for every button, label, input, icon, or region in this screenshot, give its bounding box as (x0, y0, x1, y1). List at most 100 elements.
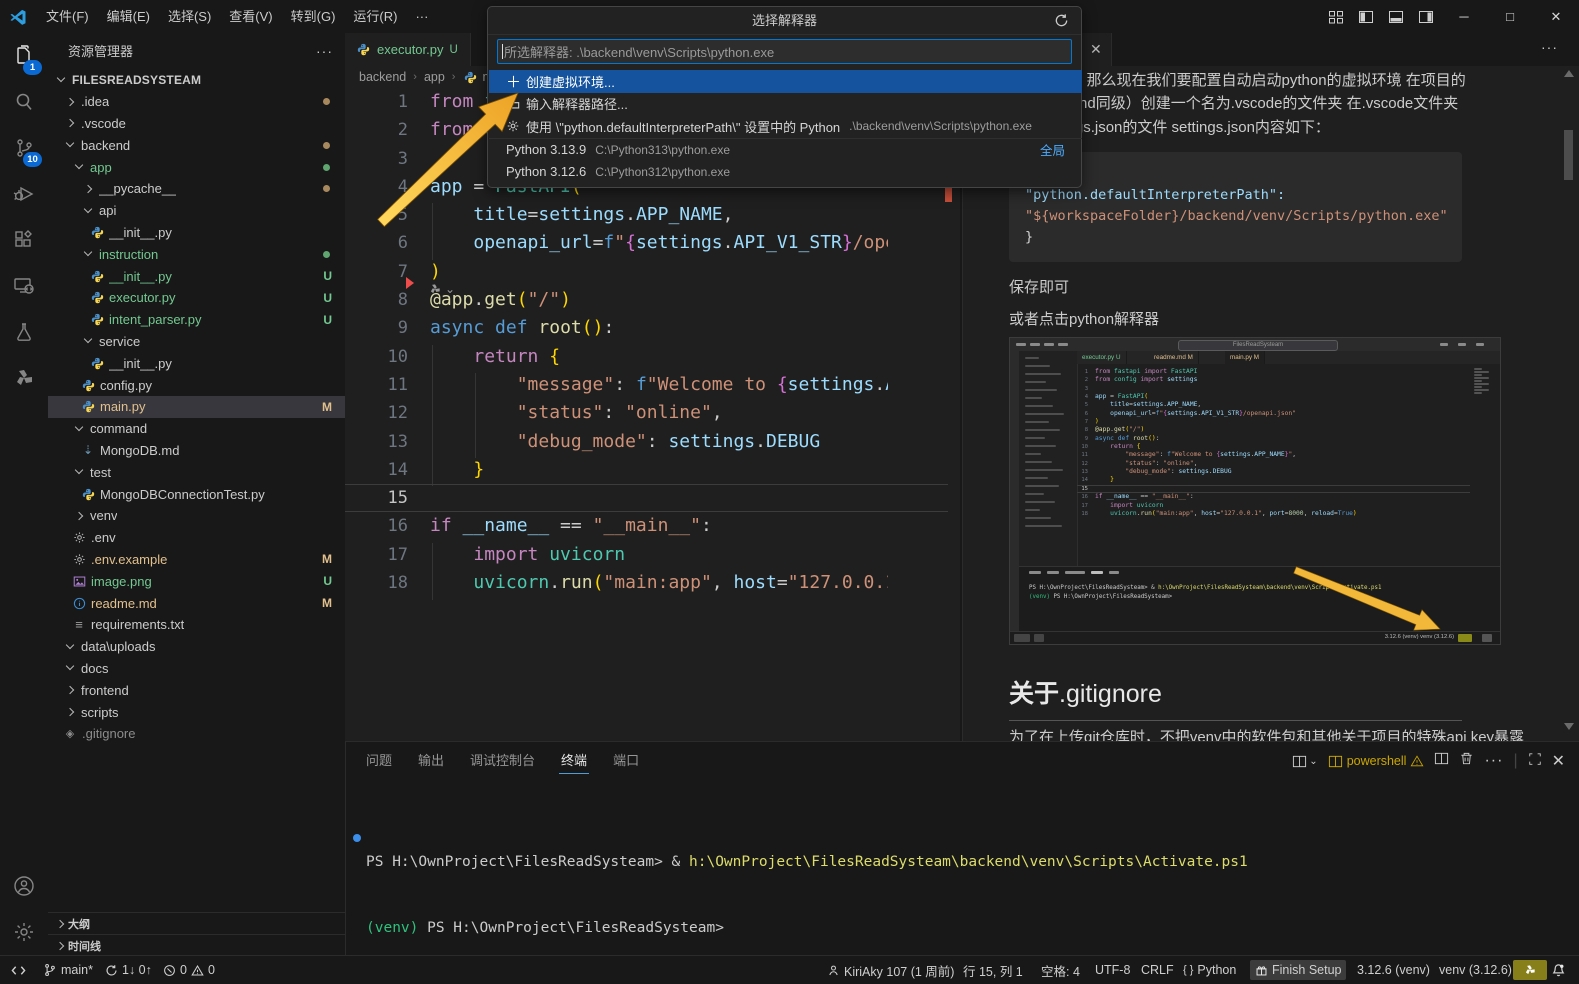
git-sync-indicator[interactable]: 1↓ 0↑ (100, 956, 157, 984)
tree-item-app[interactable]: app (48, 156, 345, 178)
tree-item-config.py[interactable]: config.py (48, 374, 345, 396)
menu-item-6[interactable]: ··· (406, 6, 437, 28)
maximize-panel-icon[interactable] (1528, 752, 1542, 771)
tree-item-scripts[interactable]: scripts (48, 701, 345, 723)
split-terminal-icon[interactable] (1434, 751, 1449, 771)
tree-item-__init__.py[interactable]: __init__.py (48, 352, 345, 374)
global-scope-link[interactable]: 全局 (1040, 140, 1065, 159)
pinwheel-status-icon[interactable] (1513, 960, 1547, 980)
close-panel-icon[interactable]: ✕ (1552, 751, 1565, 771)
tree-item-venv[interactable]: venv (48, 505, 345, 527)
tree-item-requirements.txt[interactable]: ≡requirements.txt (48, 614, 345, 636)
problems-indicator[interactable]: 0 0 (158, 956, 220, 984)
quickpick-item-python-3139[interactable]: Python 3.13.9 C:\Python313\python.exe 全局 (489, 138, 1082, 161)
code-line-10: 10 return { (1077, 443, 1470, 451)
menu-item-5[interactable]: 运行(R) (344, 6, 406, 28)
panel-tab-1[interactable]: 输出 (418, 748, 444, 774)
outline-section[interactable]: 大纲 (48, 912, 345, 934)
git-branch-indicator[interactable]: main* (38, 956, 98, 984)
menu-item-2[interactable]: 选择(S) (159, 6, 220, 28)
quickpick-item-python-3126[interactable]: Python 3.12.6 C:\Python312\python.exe (489, 160, 1082, 183)
tree-item-command[interactable]: command (48, 418, 345, 440)
tree-item-.env.example[interactable]: .env.exampleM (48, 549, 345, 571)
tree-item-service[interactable]: service (48, 331, 345, 353)
close-tab-icon[interactable]: ✕ (1090, 41, 1102, 58)
inline-action-widget[interactable]: ⌄ (428, 282, 455, 296)
notifications-bell-icon[interactable] (1546, 956, 1571, 984)
maximize-button[interactable]: □ (1487, 1, 1533, 33)
minimize-button[interactable]: ─ (1441, 1, 1487, 33)
tree-item-readme.md[interactable]: readme.mdM (48, 592, 345, 614)
terminal-launch-icon[interactable]: ⌄ (1292, 754, 1317, 769)
tree-item-executor.py[interactable]: executor.pyU (48, 287, 345, 309)
panel-tab-4[interactable]: 端口 (613, 748, 639, 774)
editor-actions-more[interactable]: ··· (1541, 39, 1558, 55)
toggle-panel-icon[interactable] (1381, 5, 1411, 29)
panel-more-actions[interactable]: ··· (1484, 752, 1503, 770)
run-debug-icon[interactable] (0, 171, 48, 217)
tree-item-test[interactable]: test (48, 461, 345, 483)
source-control-icon[interactable]: 10 (0, 125, 48, 171)
eol-sequence[interactable]: CRLF (1136, 956, 1179, 984)
tree-item-backend[interactable]: backend (48, 134, 345, 156)
tree-item-image.png[interactable]: image.pngU (48, 570, 345, 592)
extensions-icon[interactable] (0, 217, 48, 263)
kill-terminal-icon[interactable] (1459, 751, 1474, 771)
panel-tab-0[interactable]: 问题 (366, 748, 392, 774)
tree-item-__pycache__[interactable]: __pycache__ (48, 178, 345, 200)
tree-item-intent_parser.py[interactable]: intent_parser.pyU (48, 309, 345, 331)
tree-item-api[interactable]: api (48, 200, 345, 222)
close-button[interactable]: ✕ (1533, 1, 1579, 33)
tree-item-FILESREADSYSTEAM[interactable]: FILESREADSYSTEAM (48, 69, 345, 91)
git-blame-indicator[interactable]: KiriAky 107 (1 周前) (822, 956, 959, 984)
quickpick-item-create-venv[interactable]: ＋ 创建虚拟环境... (489, 70, 1082, 93)
finish-setup-button[interactable]: Finish Setup (1250, 960, 1346, 980)
terminal-tab-powershell[interactable]: powershell (1328, 754, 1425, 769)
timeline-section[interactable]: 时间线 (48, 934, 345, 955)
settings-gear-icon[interactable] (0, 909, 48, 955)
menu-item-3[interactable]: 查看(V) (220, 6, 281, 28)
explorer-icon[interactable]: 1 (0, 33, 48, 79)
search-icon[interactable] (0, 79, 48, 125)
tree-item-.env[interactable]: .env (48, 527, 345, 549)
account-icon[interactable] (0, 863, 48, 909)
remote-indicator[interactable] (6, 956, 31, 984)
tab-executor-py[interactable]: executor.py U (345, 33, 471, 66)
tree-item-instruction[interactable]: instruction (48, 243, 345, 265)
tree-item-.idea[interactable]: .idea (48, 91, 345, 113)
tree-item-data-uploads[interactable]: data\uploads (48, 636, 345, 658)
panel-tab-2[interactable]: 调试控制台 (470, 748, 535, 774)
tree-item-MongoDBConnectionTest.py[interactable]: MongoDBConnectionTest.py (48, 483, 345, 505)
toggle-secondary-sidebar-icon[interactable] (1411, 5, 1441, 29)
indentation[interactable]: 空格: 4 (1036, 956, 1085, 984)
tree-item-docs[interactable]: docs (48, 658, 345, 680)
toggle-sidebar-icon[interactable] (1351, 5, 1381, 29)
layout-customize-icon[interactable] (1321, 5, 1351, 29)
venv-indicator[interactable]: venv (3.12.6) (1434, 956, 1517, 984)
panel-tab-3[interactable]: 终端 (561, 748, 587, 774)
menu-item-4[interactable]: 转到(G) (282, 6, 345, 28)
testing-icon[interactable] (0, 309, 48, 355)
sidebar-more-actions[interactable]: ··· (316, 43, 333, 59)
remote-explorer-icon[interactable] (0, 263, 48, 309)
menu-item-0[interactable]: 文件(F) (37, 6, 98, 28)
menu-item-1[interactable]: 编辑(E) (98, 6, 159, 28)
tree-item-.vscode[interactable]: .vscode (48, 113, 345, 135)
tree-item-__init__.py[interactable]: __init__.py (48, 222, 345, 244)
encoding[interactable]: UTF-8 (1090, 956, 1135, 984)
interpreter-input[interactable] (497, 39, 1072, 64)
tree-item-main.py[interactable]: main.pyM (48, 396, 345, 418)
tree-item-MongoDB.md[interactable]: ⇣MongoDB.md (48, 440, 345, 462)
mini-tab: readme.md M (1149, 351, 1199, 364)
tree-item-.gitignore[interactable]: ◈.gitignore (48, 723, 345, 745)
quickpick-item-enter-path[interactable]: 输入解释器路径... (489, 93, 1082, 116)
refresh-icon[interactable] (1054, 13, 1069, 33)
quickpick-item-default-path[interactable]: 使用 \"python.defaultInterpreterPath\" 设置中… (489, 115, 1082, 138)
tree-item-frontend[interactable]: frontend (48, 679, 345, 701)
language-mode[interactable]: { } Python (1178, 956, 1241, 984)
pinwheel-extension-icon[interactable] (0, 355, 48, 401)
tree-item-__init__.py[interactable]: __init__.pyU (48, 265, 345, 287)
cursor-position[interactable]: 行 15, 列 1 (958, 956, 1028, 984)
python-interpreter-indicator[interactable]: 3.12.6 (venv) (1352, 956, 1435, 984)
preview-scrollbar[interactable] (1563, 68, 1574, 738)
